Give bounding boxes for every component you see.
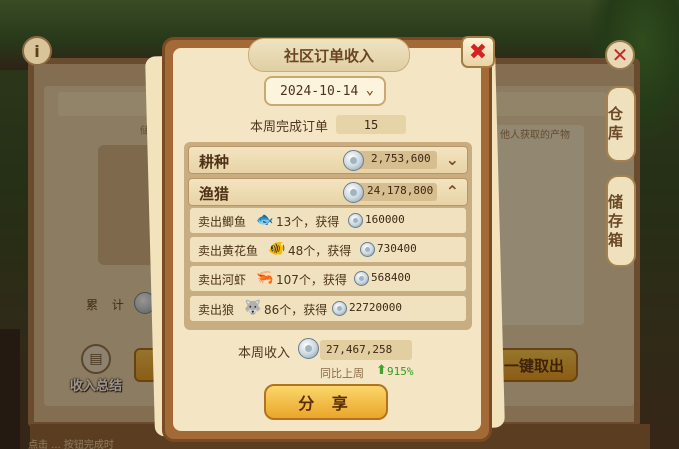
detail-row: 卖出河虾 🦐 107个，获得 568400 <box>190 266 466 291</box>
category-farming-name: 耕种 <box>199 153 230 171</box>
weekly-orders-value: 15 <box>336 115 406 134</box>
yellow-croaker-icon: 🐠 <box>268 241 286 257</box>
crucian-fish-icon: 🐟 <box>256 212 274 228</box>
weekly-orders-label: 本周完成订单 <box>250 120 329 135</box>
detail-row: 卖出鲫鱼 🐟 13个，获得 160000 <box>190 208 466 233</box>
detail-item-label: 卖出黄花鱼 <box>198 244 259 258</box>
silver-coin-icon <box>354 271 369 286</box>
silver-coin-icon <box>360 242 375 257</box>
detail-count: 107个，获得 <box>276 273 347 287</box>
category-fishing-row[interactable]: 渔猎 24,178,800 ⌃ <box>188 178 468 206</box>
close-icon: ✖ <box>468 39 488 65</box>
detail-count: 13个，获得 <box>276 215 340 229</box>
category-farming-row[interactable]: 耕种 2,753,600 ⌄ <box>188 146 468 174</box>
detail-count: 48个，获得 <box>288 244 352 258</box>
chevron-down-icon: ⌄ <box>445 150 459 169</box>
close-button[interactable]: ✖ <box>461 36 495 68</box>
detail-item-label: 卖出河虾 <box>198 273 247 287</box>
detail-value: 160000 <box>365 213 405 226</box>
weekly-income-value: 27,467,258 <box>326 343 393 356</box>
date-dropdown[interactable]: 2024-10-14 ⌄ <box>264 76 386 106</box>
chevron-up-icon: ⌃ <box>445 182 459 201</box>
share-button[interactable]: 分 享 <box>264 384 388 420</box>
detail-value: 730400 <box>377 242 417 255</box>
category-fishing-amount: 24,178,800 <box>367 184 434 197</box>
detail-row: 卖出黄花鱼 🐠 48个，获得 730400 <box>190 237 466 262</box>
category-fishing-name: 渔猎 <box>199 185 230 203</box>
compare-value: 915% <box>387 365 414 378</box>
wolf-icon: 🐺 <box>244 300 262 316</box>
silver-coin-icon <box>298 338 319 359</box>
detail-count: 86个，获得 <box>264 303 328 317</box>
modal-title: 社区订单收入 <box>248 38 410 72</box>
info-button[interactable]: i <box>22 36 52 66</box>
compare-label: 同比上周 <box>320 367 364 380</box>
detail-item-label: 卖出狼 <box>198 303 235 317</box>
river-shrimp-icon: 🦐 <box>256 270 274 286</box>
tab-storage-box[interactable]: 储存箱 <box>606 175 636 267</box>
silver-coin-icon <box>332 301 347 316</box>
detail-value: 22720000 <box>349 301 402 314</box>
date-value: 2024-10-14 <box>280 83 359 99</box>
tab-warehouse[interactable]: 仓库 <box>606 86 636 162</box>
detail-value: 568400 <box>371 271 411 284</box>
detail-row: 卖出狼 🐺 86个，获得 22720000 <box>190 296 466 321</box>
tab-warehouse-label: 仓库 <box>608 105 624 142</box>
category-farming-amount: 2,753,600 <box>371 152 431 165</box>
weekly-income-label: 本周收入 <box>238 346 291 361</box>
side-close-icon[interactable]: ✕ <box>605 40 635 70</box>
tab-storage-box-label: 储存箱 <box>608 192 624 249</box>
chevron-down-icon: ⌄ <box>365 82 374 98</box>
detail-item-label: 卖出鲫鱼 <box>198 215 247 229</box>
silver-coin-icon <box>343 182 364 203</box>
arrow-up-icon: ⬆ <box>376 363 387 378</box>
silver-coin-icon <box>343 150 364 171</box>
silver-coin-icon <box>348 213 363 228</box>
